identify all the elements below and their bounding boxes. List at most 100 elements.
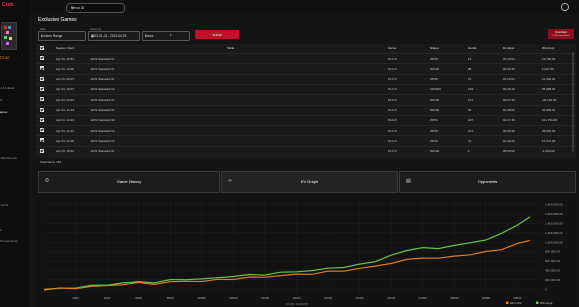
- search-icon[interactable]: ⚲: [71, 6, 121, 10]
- row-checkbox[interactable]: [40, 76, 44, 81]
- stakes-select[interactable]: ▾: [168, 31, 188, 39]
- y-tick-label: 200,000.00: [545, 278, 560, 282]
- x-axis-label: 10:00 / 10:00:00: [286, 302, 308, 306]
- table-row[interactable]: Apr 03, 14:00 EOS Standard 01 PLO-5 50/100 8…: [36, 63, 576, 73]
- header-winnings[interactable]: Winnings: [542, 44, 554, 52]
- legend-label[interactable]: Winnings: [540, 301, 553, 305]
- cell-winnings: 13,700.00: [542, 56, 556, 61]
- sidebar-item-labels[interactable]: n & Labels: [0, 86, 30, 90]
- cell-winnings: -1,200.00: [542, 149, 555, 154]
- x-tick-label: 6000: [135, 296, 142, 300]
- tab-opponents-label: Opponents: [477, 179, 498, 184]
- sidebar-item-tournaments[interactable]: Tournaments: [0, 239, 30, 243]
- dates-input[interactable]: 2023-01-01 - 2023-04-05 ▦: [88, 31, 140, 41]
- row-checkbox[interactable]: [40, 107, 44, 112]
- row-checkbox[interactable]: [40, 117, 44, 122]
- cell-hands: 95: [468, 108, 472, 112]
- y-tick-label: 1,600,000.00: [545, 212, 563, 216]
- cell-winnings: 17,572.00: [542, 138, 556, 143]
- cell-winnings: 1,037.50: [542, 66, 554, 71]
- cell-hands: 107: [468, 118, 474, 123]
- table-row[interactable]: Apr 04, 14:11 EOS Standard 03 PLO-5 25/50 10…: [36, 125, 576, 135]
- cell-game: PLO-5: [388, 128, 397, 133]
- cell-hands: 157: [468, 97, 474, 102]
- cell-hands: 1: [468, 149, 470, 154]
- cell-duration: 00:00:00: [503, 149, 515, 154]
- cell-hands: 101: [468, 128, 474, 133]
- row-checkbox[interactable]: [40, 97, 44, 102]
- cell-game: PLO-5: [388, 118, 397, 123]
- tab-ev-graph[interactable]: ≂ EV Graph: [221, 171, 398, 193]
- chevron-down-icon: ▾: [41, 34, 43, 38]
- sidebar-item-bundle-rounds[interactable]: ndle Rounds: [0, 156, 30, 160]
- row-checkbox[interactable]: [40, 66, 44, 71]
- header-game[interactable]: Game: [388, 44, 396, 52]
- table-scrollbar[interactable]: [572, 52, 574, 152]
- cell-winnings: 101,791.00: [542, 118, 558, 123]
- header-hands[interactable]: Hands: [468, 44, 477, 52]
- sidebar-item-games[interactable]: ames: [0, 110, 30, 114]
- download-button[interactable]: Download (1,000 items limits): [548, 29, 574, 39]
- legend-label[interactable]: All-in EV: [510, 301, 522, 305]
- header-table[interactable]: Table: [227, 44, 234, 52]
- legend-swatch: [536, 301, 539, 304]
- cell-duration: 01:19:54: [503, 77, 515, 82]
- row-checkbox[interactable]: [40, 148, 44, 153]
- y-tick-label: 400,000.00: [545, 269, 560, 273]
- cell-session-start: Apr 04, 14:14: [56, 108, 75, 112]
- select-all-checkbox[interactable]: [40, 46, 44, 50]
- sidebar-item-s[interactable]: s: [0, 228, 30, 232]
- download-limit: (1,000 items limits): [552, 34, 570, 37]
- table-row[interactable]: Apr 04, 14:01 EOS Standard 02 PLO-5 25/50 10…: [36, 114, 576, 125]
- table-row[interactable]: Apr 03, 15:04 EOS Standard 01 PLO-5 50/100 1…: [36, 145, 576, 156]
- table-row[interactable]: Apr 03, 15:51 EOS Standard 01 PLO-5 25/50 13…: [36, 53, 576, 63]
- header-stakes[interactable]: Stakes: [430, 44, 439, 52]
- avatar: [1, 22, 17, 50]
- cell-hands: 13: [468, 56, 472, 61]
- x-tick-label: 30000: [513, 296, 522, 300]
- x-tick-label: 8000: [167, 296, 174, 300]
- cell-table: EOS Standard 01: [91, 77, 115, 82]
- tab-game-history[interactable]: ⏱ Game History: [38, 171, 220, 193]
- header-duration[interactable]: Duration: [503, 44, 514, 52]
- cell-winnings: 14,320.00: [542, 77, 556, 82]
- cell-game: PLO-5: [388, 87, 397, 92]
- cell-hands: 88: [468, 66, 472, 71]
- row-checkbox[interactable]: [40, 56, 44, 60]
- sidebar-item-payments[interactable]: ments: [0, 203, 30, 207]
- x-tick-label: 10000: [198, 296, 207, 300]
- table-row[interactable]: Apr 04, 20:07 EOS Standard 02 PLO-5 100/200…: [36, 83, 576, 94]
- cell-duration: 01:19:54: [503, 56, 515, 61]
- table-row[interactable]: Apr 03, 09:07 EOS Standard 01 PLO-5 25/50 15…: [36, 73, 576, 84]
- show-button[interactable]: SHOW: [195, 30, 239, 39]
- x-tick-label: 2000: [72, 296, 79, 300]
- cell-table: EOS Standard 01: [91, 149, 115, 154]
- cell-stakes: 50/100: [430, 97, 440, 102]
- table-row[interactable]: Apr 04, 23:01 EOS Standard 01 PLO-5 50/100 1…: [36, 94, 576, 104]
- x-tick-label: 16000: [292, 296, 301, 300]
- row-checkbox[interactable]: [40, 128, 44, 133]
- row-checkbox[interactable]: [40, 86, 44, 91]
- sidebar-item-stats[interactable]: ts: [0, 98, 30, 102]
- search-input[interactable]: friend ID ⚲: [66, 3, 125, 13]
- row-checkbox[interactable]: [40, 138, 44, 143]
- logo: Crab: [2, 2, 14, 8]
- cell-session-start: Apr 03, 15:51: [56, 56, 75, 61]
- header-session-start[interactable]: Session Start: [56, 44, 74, 52]
- table-row[interactable]: Apr 04, 01:08 EOS Standard 03 PLO-5 25/50 74…: [36, 135, 576, 145]
- cell-winnings: 25,001.00: [542, 128, 556, 133]
- cell-table: EOS Standard 02: [91, 87, 115, 92]
- cell-hands: 74: [468, 138, 472, 143]
- download-label: Download: [555, 30, 567, 34]
- tab-opponents[interactable]: ▤ Opponents: [399, 171, 576, 193]
- cell-stakes: 25/50: [430, 77, 438, 82]
- date-range-select[interactable]: Custom Range ▾: [38, 31, 86, 41]
- y-tick-label: 1,200,000.00: [545, 231, 563, 235]
- cell-game: PLO-5: [388, 108, 397, 112]
- cell-table: EOS Standard 02: [91, 118, 115, 123]
- cell-table: EOS Standard 01: [91, 97, 115, 102]
- table-row[interactable]: Apr 04, 14:14 EOS Standard 01 PLO-5 50/100 9…: [36, 104, 576, 115]
- cell-session-start: Apr 04, 01:08: [56, 138, 75, 143]
- y-tick-label: 1,400,000.00: [545, 222, 563, 226]
- profile-icon[interactable]: [561, 3, 569, 11]
